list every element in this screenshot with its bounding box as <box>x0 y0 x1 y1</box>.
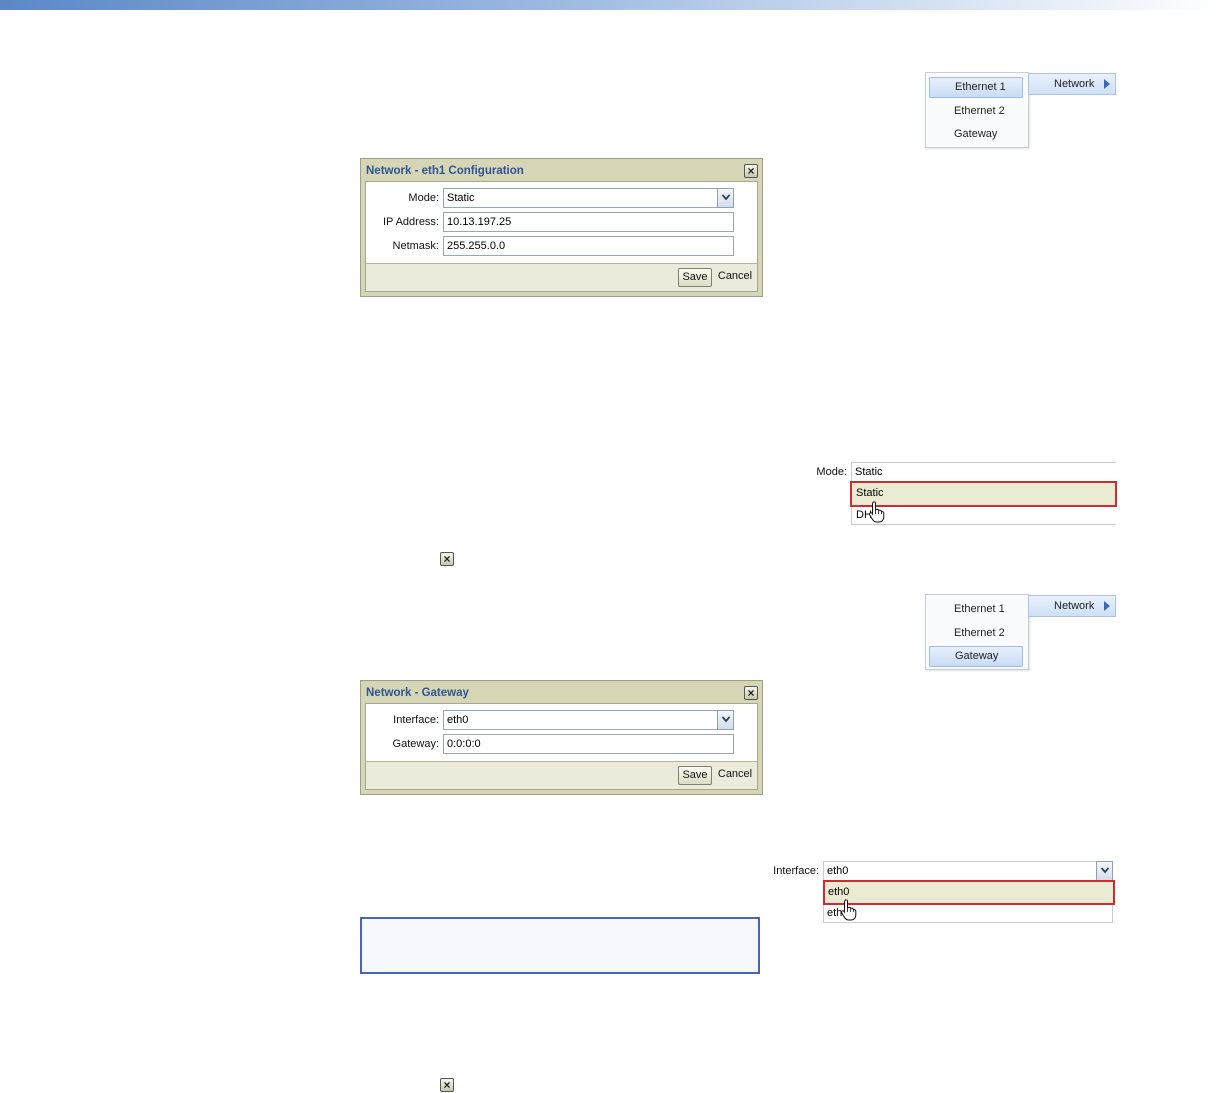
menu-item-ethernet-2[interactable]: Ethernet 2 <box>929 101 1023 122</box>
interface-select[interactable]: eth0 <box>443 710 718 730</box>
mode-dropdown-button[interactable] <box>717 188 734 208</box>
top-gradient-bar <box>0 0 1224 10</box>
gateway-config-dialog: Network - Gateway × Interface: eth0 Gate… <box>360 680 763 795</box>
mode-closeup-select[interactable]: Static <box>851 462 1116 482</box>
chevron-right-icon <box>1104 601 1110 611</box>
chevron-down-icon <box>722 194 730 201</box>
dialog-body: Mode: Static IP Address: Netmask: <box>365 181 758 266</box>
dialog-footer: Save Cancel <box>365 761 758 790</box>
network-menu-top[interactable]: Network <box>1028 73 1116 95</box>
menu-item-ethernet-1[interactable]: Ethernet 1 <box>929 599 1023 620</box>
interface-closeup-dropdown-button[interactable] <box>1096 861 1113 881</box>
menu-item-ethernet-1[interactable]: Ethernet 1 <box>929 77 1023 98</box>
dialog-title: Network - eth1 Configuration <box>366 165 524 177</box>
eth1-config-dialog: Network - eth1 Configuration × Mode: Sta… <box>360 158 763 297</box>
dialog-title: Network - Gateway <box>366 687 469 699</box>
chevron-down-icon <box>1101 867 1109 874</box>
netmask-input[interactable] <box>443 236 734 256</box>
network-menu-bottom[interactable]: Network <box>1028 595 1116 617</box>
interface-closeup-select[interactable]: eth0 <box>823 861 1098 881</box>
interface-option-eth0[interactable]: eth0 <box>823 880 1115 905</box>
menu-item-gateway[interactable]: Gateway <box>929 646 1023 667</box>
mode-options-list: Static DH <box>850 481 1117 525</box>
network-submenu-bottom: Ethernet 1 Ethernet 2 Gateway <box>925 594 1029 670</box>
mode-label: Mode: <box>408 192 439 204</box>
gateway-input[interactable] <box>443 734 734 754</box>
interface-dropdown-button[interactable] <box>717 710 734 730</box>
save-button[interactable]: Save <box>678 766 712 785</box>
mode-option-static[interactable]: Static <box>850 481 1117 507</box>
network-submenu-top: Ethernet 1 Ethernet 2 Gateway <box>925 72 1029 148</box>
chevron-down-icon <box>722 716 730 723</box>
close-icon[interactable]: × <box>440 1078 454 1092</box>
ip-address-label: IP Address: <box>382 216 439 228</box>
interface-closeup-label: Interface: <box>773 865 819 877</box>
close-icon[interactable]: × <box>744 164 758 178</box>
mode-closeup-label: Mode: <box>816 466 847 478</box>
menu-item-gateway[interactable]: Gateway <box>929 124 1023 145</box>
network-menu-label: Network <box>1054 600 1095 612</box>
interface-label: Interface: <box>393 714 439 726</box>
chevron-right-icon <box>1104 79 1110 89</box>
note-box <box>360 917 760 974</box>
interface-options-list: eth0 eth <box>823 880 1115 923</box>
hand-pointer-icon <box>841 899 857 921</box>
netmask-label: Netmask: <box>392 240 439 252</box>
mode-select[interactable]: Static <box>443 188 718 208</box>
gateway-label: Gateway: <box>392 738 439 750</box>
cancel-button[interactable]: Cancel <box>715 268 755 287</box>
close-icon[interactable]: × <box>440 552 454 566</box>
dialog-footer: Save Cancel <box>365 263 758 292</box>
close-icon[interactable]: × <box>744 686 758 700</box>
ip-address-input[interactable] <box>443 212 734 232</box>
network-menu-label: Network <box>1054 78 1095 90</box>
save-button[interactable]: Save <box>678 268 712 287</box>
dialog-body: Interface: eth0 Gateway: <box>365 703 758 764</box>
hand-pointer-icon <box>869 501 885 523</box>
cancel-button[interactable]: Cancel <box>715 766 755 785</box>
menu-item-ethernet-2[interactable]: Ethernet 2 <box>929 623 1023 644</box>
